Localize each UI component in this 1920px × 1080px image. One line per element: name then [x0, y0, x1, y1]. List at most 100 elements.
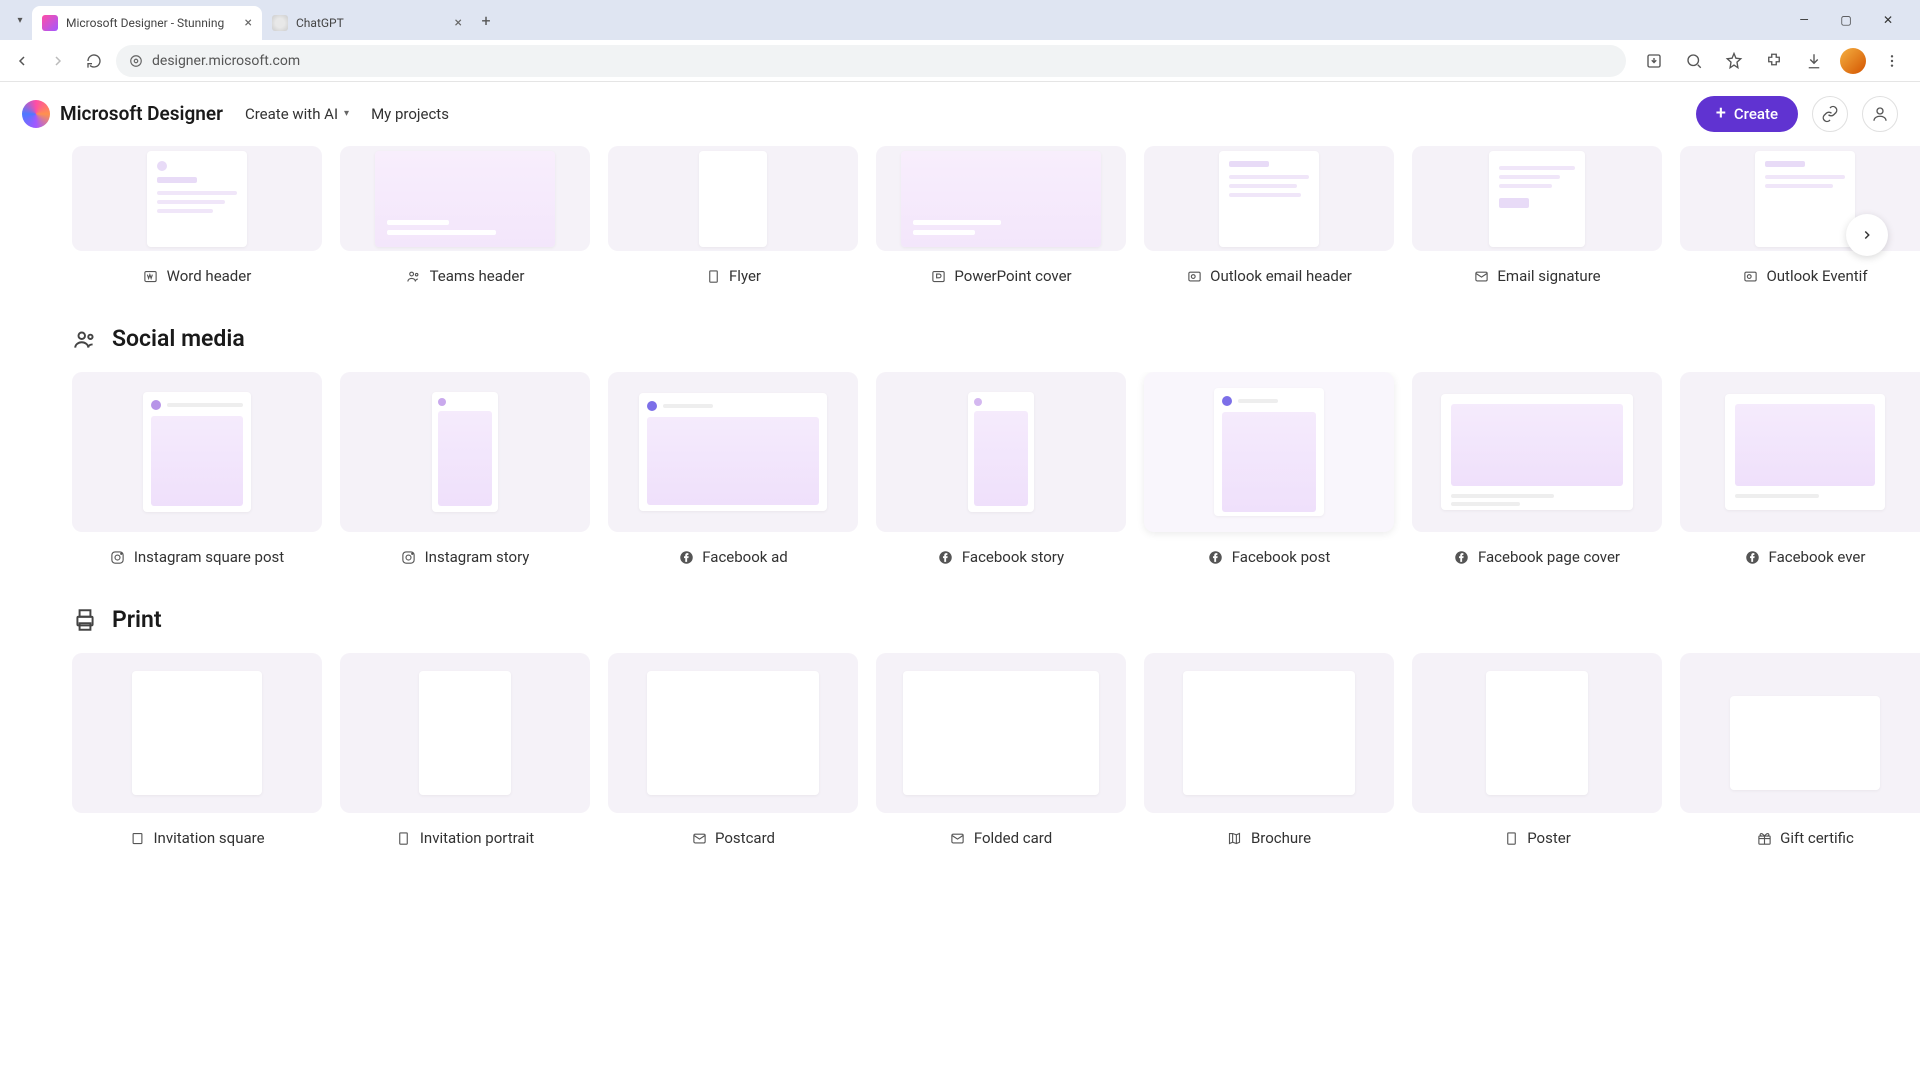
browser-tab-inactive[interactable]: ChatGPT ×: [262, 6, 472, 40]
browser-tab-active[interactable]: Microsoft Designer - Stunning ×: [32, 6, 262, 40]
close-icon[interactable]: ×: [245, 15, 252, 31]
share-link-button[interactable]: [1812, 96, 1848, 132]
facebook-icon: [1208, 549, 1224, 565]
back-button[interactable]: [8, 47, 36, 75]
teams-icon: [406, 268, 422, 284]
account-button[interactable]: [1862, 96, 1898, 132]
nav-my-projects[interactable]: My projects: [371, 105, 449, 123]
reload-button[interactable]: [80, 47, 108, 75]
word-icon: [143, 268, 159, 284]
template-card-flyer[interactable]: Flyer: [608, 146, 858, 285]
chatgpt-favicon: [272, 15, 288, 31]
template-card-outlook-eventify[interactable]: Outlook Eventif: [1680, 146, 1920, 285]
card-label: Email signature: [1497, 267, 1600, 285]
template-card-email-signature[interactable]: Email signature: [1412, 146, 1662, 285]
tab-bar: ▾ Microsoft Designer - Stunning × ChatGP…: [0, 0, 1920, 40]
minimize-button[interactable]: —: [1792, 13, 1816, 27]
card-label: Outlook email header: [1210, 267, 1352, 285]
gift-icon: [1756, 830, 1772, 846]
brand-logo[interactable]: Microsoft Designer: [22, 100, 223, 128]
brand-name: Microsoft Designer: [60, 102, 223, 125]
template-card-powerpoint-cover[interactable]: PowerPoint cover: [876, 146, 1126, 285]
downloads-icon[interactable]: [1800, 47, 1828, 75]
template-card-postcard[interactable]: Postcard: [608, 653, 858, 847]
template-card-facebook-event[interactable]: Facebook ever: [1680, 372, 1920, 566]
tab-search-dropdown[interactable]: ▾: [8, 8, 32, 32]
tab-label: Microsoft Designer - Stunning: [66, 16, 237, 30]
forward-button[interactable]: [44, 47, 72, 75]
template-card-teams-header[interactable]: Teams header: [340, 146, 590, 285]
plus-icon: +: [1716, 105, 1726, 123]
instagram-icon: [401, 549, 417, 565]
mail-icon: [950, 830, 966, 846]
flyer-icon: [705, 268, 721, 284]
template-card-facebook-story[interactable]: Facebook story: [876, 372, 1126, 566]
maximize-button[interactable]: ▢: [1834, 13, 1858, 27]
card-icon: [1503, 830, 1519, 846]
template-card-folded-card[interactable]: Folded card: [876, 653, 1126, 847]
card-label: Invitation portrait: [420, 829, 534, 847]
url-text: designer.microsoft.com: [152, 53, 300, 69]
template-card-word-header[interactable]: Word header: [72, 146, 322, 285]
template-card-facebook-cover[interactable]: Facebook page cover: [1412, 372, 1662, 566]
profile-avatar[interactable]: [1840, 48, 1866, 74]
chevron-down-icon: ▾: [344, 108, 349, 119]
new-tab-button[interactable]: +: [472, 6, 500, 34]
card-label: Facebook ad: [702, 548, 787, 566]
bookmark-icon[interactable]: [1720, 47, 1748, 75]
create-button[interactable]: + Create: [1696, 96, 1798, 132]
card-label: Poster: [1527, 829, 1571, 847]
template-card-instagram-square[interactable]: Instagram square post: [72, 372, 322, 566]
nav-label: My projects: [371, 105, 449, 123]
template-card-instagram-story[interactable]: Instagram story: [340, 372, 590, 566]
card-label: Instagram story: [425, 548, 530, 566]
template-card-invitation-portrait[interactable]: Invitation portrait: [340, 653, 590, 847]
main-content: Word header Teams header Flyer PowerPoin…: [0, 146, 1920, 1080]
template-card-facebook-post[interactable]: Facebook post: [1144, 372, 1394, 566]
facebook-icon: [1745, 549, 1761, 565]
template-card-brochure[interactable]: Brochure: [1144, 653, 1394, 847]
card-label: Postcard: [715, 829, 775, 847]
outlook-icon: [1186, 268, 1202, 284]
facebook-icon: [678, 549, 694, 565]
template-card-gift-certificate[interactable]: Gift certific: [1680, 653, 1920, 847]
close-window-button[interactable]: ✕: [1876, 13, 1900, 27]
template-card-poster[interactable]: Poster: [1412, 653, 1662, 847]
window-controls: — ▢ ✕: [1792, 13, 1912, 27]
site-info-icon[interactable]: [128, 53, 144, 69]
card-label: Facebook page cover: [1478, 548, 1620, 566]
tab-label: ChatGPT: [296, 16, 447, 30]
zoom-icon[interactable]: [1680, 47, 1708, 75]
install-app-icon[interactable]: [1640, 47, 1668, 75]
template-row-office: Word header Teams header Flyer PowerPoin…: [72, 146, 1920, 285]
brochure-icon: [1227, 830, 1243, 846]
create-button-label: Create: [1734, 105, 1778, 123]
designer-logo-icon: [22, 100, 50, 128]
facebook-icon: [938, 549, 954, 565]
template-card-invitation-square[interactable]: Invitation square: [72, 653, 322, 847]
card-label: PowerPoint cover: [954, 267, 1071, 285]
app-header: Microsoft Designer Create with AI ▾ My p…: [0, 82, 1920, 146]
card-label: Folded card: [974, 829, 1052, 847]
nav-label: Create with AI: [245, 105, 338, 123]
card-label: Facebook ever: [1769, 548, 1866, 566]
mail-icon: [1473, 268, 1489, 284]
designer-favicon: [42, 15, 58, 31]
card-icon: [396, 830, 412, 846]
mail-icon: [691, 830, 707, 846]
section-title: Social media: [112, 325, 245, 352]
card-label: Facebook story: [962, 548, 1064, 566]
scroll-right-button[interactable]: [1846, 214, 1888, 256]
card-label: Invitation square: [153, 829, 264, 847]
nav-create-with-ai[interactable]: Create with AI ▾: [245, 105, 349, 123]
chrome-menu-icon[interactable]: [1878, 47, 1906, 75]
outlook-icon: [1742, 268, 1758, 284]
url-input[interactable]: designer.microsoft.com: [116, 45, 1626, 77]
extensions-icon[interactable]: [1760, 47, 1788, 75]
template-card-outlook-header[interactable]: Outlook email header: [1144, 146, 1394, 285]
card-label: Facebook post: [1232, 548, 1331, 566]
template-card-facebook-ad[interactable]: Facebook ad: [608, 372, 858, 566]
close-icon[interactable]: ×: [455, 15, 462, 31]
card-label: Outlook Eventif: [1766, 267, 1867, 285]
card-label: Flyer: [729, 267, 761, 285]
